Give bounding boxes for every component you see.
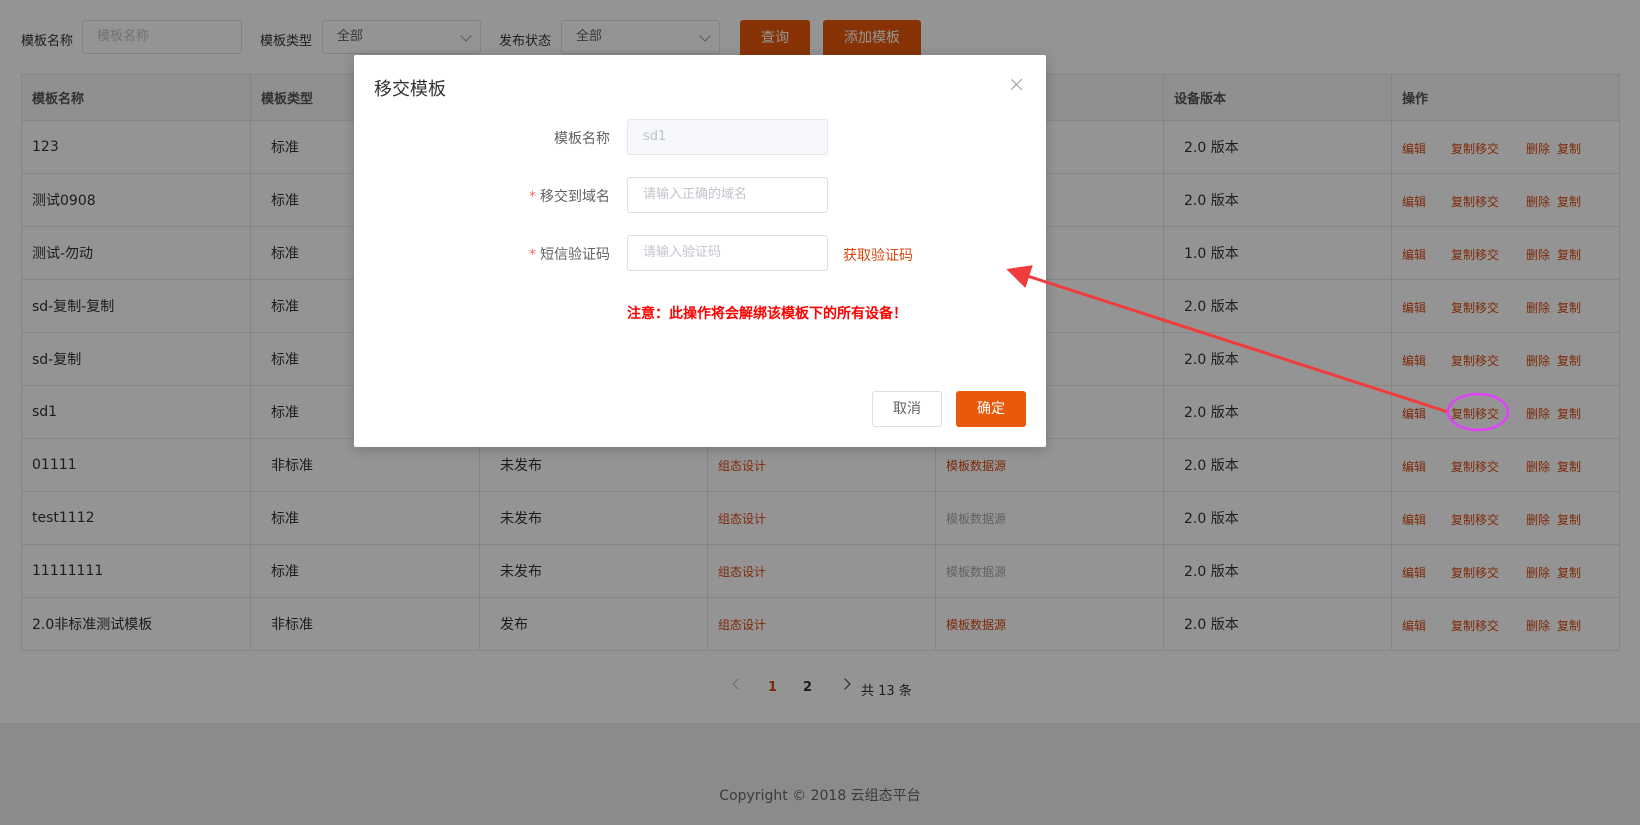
sms-label-text: 短信验证码	[540, 247, 610, 263]
domain-label-text: 移交到域名	[540, 189, 610, 205]
dialog-title: 移交模板	[374, 79, 446, 100]
domain-input[interactable]: 请输入正确的域名	[627, 177, 828, 213]
warning-text: 注意：此操作将会解绑该模板下的所有设备！	[627, 306, 907, 322]
domain-label: * 移交到域名	[529, 186, 610, 206]
cancel-button[interactable]: 取消	[872, 391, 942, 427]
required-mark: *	[529, 189, 536, 205]
sms-code-input[interactable]: 请输入验证码	[627, 235, 828, 271]
get-code-link[interactable]: 获取验证码	[843, 245, 913, 265]
confirm-button[interactable]: 确定	[956, 391, 1026, 427]
template-name-label: 模板名称	[554, 131, 610, 147]
template-name-field: sd1	[627, 119, 828, 155]
transfer-template-dialog: 移交模板 模板名称 sd1 * 移交到域名 请输入正确的域名 * 短信验证码 请输入…	[354, 55, 1046, 447]
sms-label: * 短信验证码	[529, 244, 610, 264]
close-icon[interactable]	[1010, 77, 1024, 91]
required-mark: *	[529, 247, 536, 263]
